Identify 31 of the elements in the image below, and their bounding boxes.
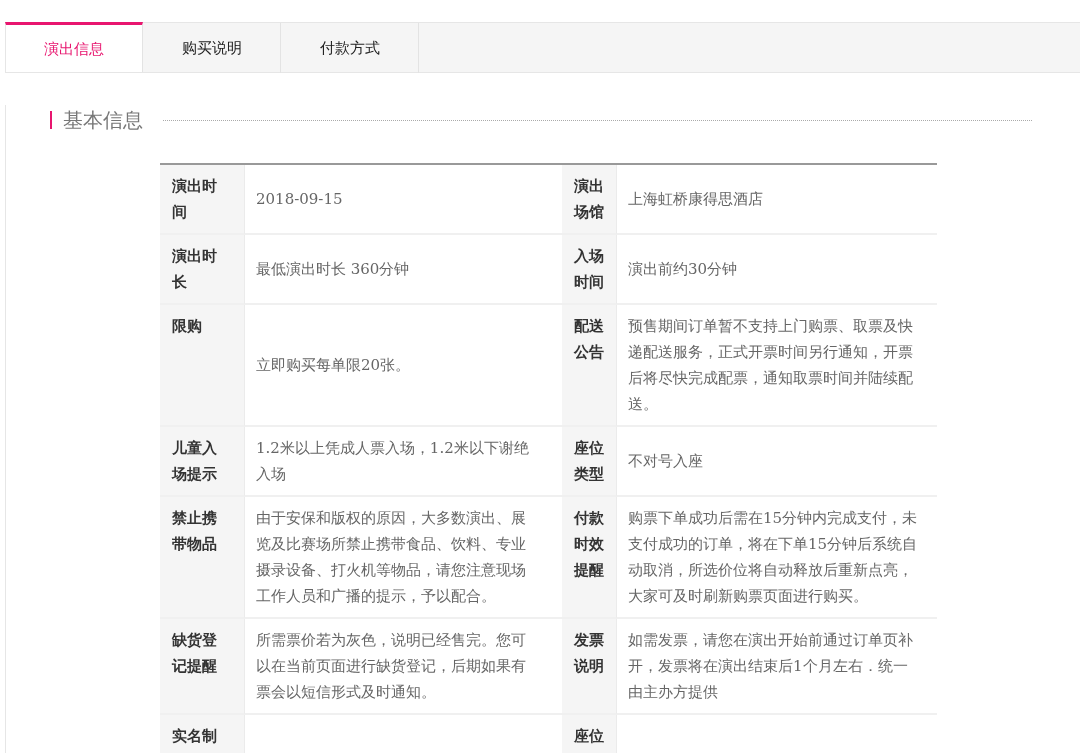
field-value: 上海虹桥康得思酒店 <box>628 189 764 210</box>
field-label: 禁止携带物品 <box>172 508 218 555</box>
field-label: 演出时间 <box>172 176 218 223</box>
tab[interactable]: 购买说明 <box>143 23 281 73</box>
field-value: 如需发票，请您在演出开始前通过订单页补开，发票将在演出结束后1个月左右．统一由主办方提供 <box>628 630 914 703</box>
field-value: 1.2米以上凭成人票入场，1.2米以下谢绝入场 <box>256 438 530 485</box>
field-value: 预售期间订单暂不支持上门购票、取票及快递配送服务，正式开票时间另行通知，开票后将尽快完成配票，通知取票时间并陆续配送。 <box>628 316 914 415</box>
tab[interactable]: 演出信息 <box>5 22 143 72</box>
field-label: 发票说明 <box>574 630 605 677</box>
field-label: 配送公告 <box>574 316 605 363</box>
field-label: 演出场馆 <box>574 176 605 223</box>
field-label: 缺货登记提醒 <box>172 630 218 677</box>
field-label: 座位 <box>574 726 605 747</box>
section-title: 基本信息 <box>63 106 143 134</box>
field-label: 儿童入场提示 <box>172 438 218 485</box>
field-label: 入场时间 <box>574 246 605 293</box>
field-value: 购票下单成功后需在15分钟内完成支付，未支付成功的订单，将在下单15分钟后系统自动取消，所选价位将自动释放后重新点亮，大家可及时刷新购票页面进行购买。 <box>628 508 918 607</box>
heading-marker <box>50 111 52 129</box>
field-label: 演出时长 <box>172 246 218 293</box>
field-label: 实名制 <box>172 726 218 747</box>
field-value: 所需票价若为灰色，说明已经售完。您可以在当前页面进行缺货登记，后期如果有票会以短信形式及时通知。 <box>256 630 527 703</box>
field-label: 座位类型 <box>574 438 605 485</box>
field-value: 演出前约30分钟 <box>628 259 739 280</box>
field-value: 由于安保和版权的原因，大多数演出、展览及比赛场所禁止携带食品、饮料、专业摄录设备、打火机等物品，请您注意现场工作人员和广播的提示，予以配合。 <box>256 508 527 607</box>
field-value: 最低演出时长 360分钟 <box>256 259 411 280</box>
field-value: 2018-09-15 <box>256 189 344 210</box>
field-value: 不对号入座 <box>628 451 704 472</box>
field-label: 付款时效提醒 <box>574 508 605 581</box>
field-label: 限购 <box>172 316 203 337</box>
tab[interactable]: 付款方式 <box>281 23 419 73</box>
field-value: 立即购买每单限20张。 <box>256 355 412 376</box>
